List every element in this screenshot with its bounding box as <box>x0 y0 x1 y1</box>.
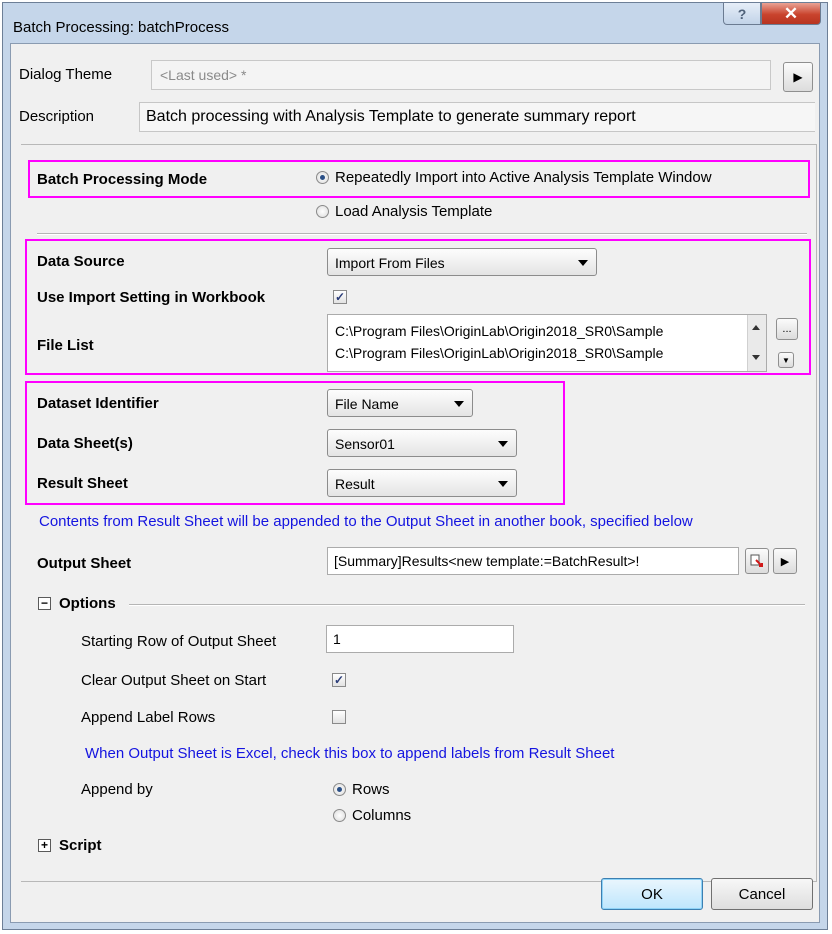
append-by-option-columns[interactable]: Columns <box>352 807 411 824</box>
scroll-down-icon[interactable] <box>752 355 760 360</box>
dialog-theme-label: Dialog Theme <box>19 66 113 83</box>
chevron-down-icon <box>498 481 508 487</box>
file-list-scrollbar[interactable] <box>747 315 766 371</box>
ellipsis-icon: ... <box>782 323 792 335</box>
clear-output-checkbox[interactable]: ✓ <box>332 673 346 687</box>
title-bar: Batch Processing: batchProcess ? ✕ <box>3 3 827 43</box>
description-label: Description <box>19 108 95 125</box>
data-source-label: Data Source <box>37 253 125 270</box>
batch-mode-label: Batch Processing Mode <box>37 171 208 188</box>
batch-mode-option-load[interactable]: Load Analysis Template <box>335 203 492 220</box>
batch-mode-option-repeat[interactable]: Repeatedly Import into Active Analysis T… <box>335 169 712 186</box>
dialog-theme-field[interactable]: <Last used> * <box>151 60 771 90</box>
file-list-item[interactable]: C:\Program Files\OriginLab\Origin2018_SR… <box>335 323 755 339</box>
data-source-dropdown[interactable]: Import From Files <box>327 248 597 276</box>
dataset-identifier-value: File Name <box>335 396 399 412</box>
checkmark-icon: ✓ <box>334 290 346 304</box>
output-sheet-label: Output Sheet <box>37 555 132 572</box>
file-list-item[interactable]: C:\Program Files\OriginLab\Origin2018_SR… <box>335 345 755 361</box>
result-sheet-label: Result Sheet <box>37 475 128 492</box>
file-list-box[interactable]: C:\Program Files\OriginLab\Origin2018_SR… <box>327 314 767 372</box>
batch-mode-radio-load[interactable] <box>316 205 329 218</box>
close-icon: ✕ <box>783 3 799 23</box>
result-sheet-value: Result <box>335 476 375 492</box>
browse-files-button[interactable]: ... <box>776 318 798 340</box>
file-list-label: File List <box>37 337 94 354</box>
script-section-label[interactable]: Script <box>59 837 102 854</box>
cancel-button[interactable]: Cancel <box>711 878 813 910</box>
sheet-picker-icon <box>750 554 763 567</box>
script-expand-toggle[interactable]: + <box>38 839 51 852</box>
help-icon: ? <box>737 5 747 22</box>
append-by-radio-columns[interactable] <box>333 809 346 822</box>
scroll-up-icon[interactable] <box>752 325 760 330</box>
result-sheet-dropdown[interactable]: Result <box>327 469 517 497</box>
right-arrow-icon: ▶ <box>793 70 803 84</box>
plus-icon: + <box>40 838 48 852</box>
output-sheet-input[interactable]: [Summary]Results<new template:=BatchResu… <box>327 547 739 575</box>
output-sheet-menu-button[interactable]: ▶ <box>773 548 797 574</box>
file-list-expand-button[interactable]: ▼ <box>778 352 794 368</box>
options-separator <box>129 604 805 606</box>
right-arrow-icon: ▶ <box>780 555 790 568</box>
chevron-down-icon <box>498 441 508 447</box>
clear-output-label: Clear Output Sheet on Start <box>81 672 267 689</box>
checkmark-icon: ✓ <box>333 673 345 687</box>
dataset-identifier-dropdown[interactable]: File Name <box>327 389 473 417</box>
append-label-rows-checkbox[interactable] <box>332 710 346 724</box>
dialog-theme-menu-button[interactable]: ▶ <box>783 62 813 92</box>
description-field: Batch processing with Analysis Template … <box>139 102 815 132</box>
append-by-label: Append by <box>81 781 153 798</box>
settings-panel: Batch Processing Mode Repeatedly Import … <box>21 144 817 882</box>
separator <box>37 233 807 235</box>
dialog-window: Batch Processing: batchProcess ? ✕ Dialo… <box>2 2 828 930</box>
starting-row-input[interactable]: 1 <box>326 625 514 653</box>
append-by-option-rows[interactable]: Rows <box>352 781 390 798</box>
dialog-body: Dialog Theme <Last used> * ▶ Description… <box>10 43 820 923</box>
data-sheets-label: Data Sheet(s) <box>37 435 133 452</box>
result-sheet-info-text: Contents from Result Sheet will be appen… <box>39 513 693 530</box>
ok-button[interactable]: OK <box>601 878 703 910</box>
use-import-setting-label: Use Import Setting in Workbook <box>37 289 266 306</box>
chevron-down-icon <box>454 401 464 407</box>
options-section-label[interactable]: Options <box>59 595 116 612</box>
excel-hint-text: When Output Sheet is Excel, check this b… <box>85 745 615 762</box>
window-title: Batch Processing: batchProcess <box>13 19 229 36</box>
append-by-radio-rows[interactable] <box>333 783 346 796</box>
dataset-identifier-label: Dataset Identifier <box>37 395 159 412</box>
batch-mode-radio-repeat[interactable] <box>316 171 329 184</box>
chevron-down-icon: ▼ <box>782 355 790 365</box>
starting-row-label: Starting Row of Output Sheet <box>81 633 277 650</box>
use-import-setting-checkbox[interactable]: ✓ <box>333 290 347 304</box>
chevron-down-icon <box>578 260 588 266</box>
data-sheets-value: Sensor01 <box>335 436 395 452</box>
options-collapse-toggle[interactable]: − <box>38 597 51 610</box>
append-label-rows-label: Append Label Rows <box>81 709 216 726</box>
close-button[interactable]: ✕ <box>761 3 821 25</box>
data-sheets-dropdown[interactable]: Sensor01 <box>327 429 517 457</box>
data-source-value: Import From Files <box>335 255 445 271</box>
minus-icon: − <box>40 596 48 610</box>
help-button[interactable]: ? <box>723 3 761 25</box>
output-sheet-picker-button[interactable] <box>745 548 769 574</box>
